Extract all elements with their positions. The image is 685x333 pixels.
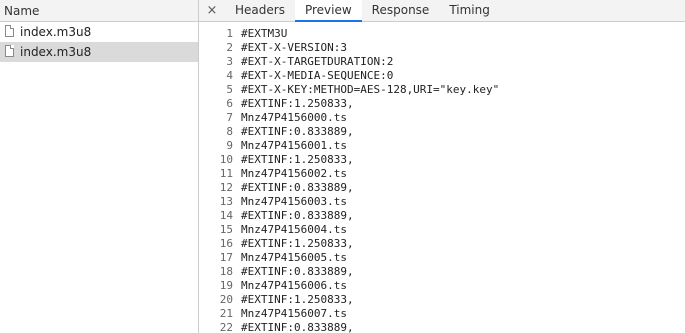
line-text: #EXTINF:1.250833, <box>241 153 354 166</box>
line-text: #EXTINF:0.833889, <box>241 265 354 278</box>
line-number: 15 <box>219 223 233 236</box>
line-number: 17 <box>219 251 233 264</box>
line-text: #EXT-X-KEY:METHOD=AES-128,URI="key.key" <box>241 83 500 96</box>
code-line: 21 Mnz47P4156007.ts <box>199 307 685 321</box>
line-number: 21 <box>219 307 233 320</box>
code-line: 9 Mnz47P4156001.ts <box>199 139 685 153</box>
code-line: 18 #EXTINF:0.833889, <box>199 265 685 279</box>
file-icon <box>5 25 14 37</box>
request-name: index.m3u8 <box>20 25 92 39</box>
line-text: #EXTINF:0.833889, <box>241 181 354 194</box>
line-number: 12 <box>219 181 233 194</box>
line-number: 10 <box>219 153 233 166</box>
preview-code-viewer[interactable]: 1 #EXTM3U 2 #EXT-X-VERSION:3 3 #EXT-X-TARGETD… <box>199 27 685 333</box>
line-number: 18 <box>219 265 233 278</box>
line-number: 5 <box>226 83 233 96</box>
code-line: 19 Mnz47P4156006.ts <box>199 279 685 293</box>
line-text: #EXTINF:0.833889, <box>241 125 354 138</box>
line-number: 2 <box>226 41 233 54</box>
code-line: 1 #EXTM3U <box>199 27 685 41</box>
code-line: 3 #EXT-X-TARGETDURATION:2 <box>199 55 685 69</box>
line-text: #EXT-X-MEDIA-SEQUENCE:0 <box>241 69 394 82</box>
line-text: Mnz47P4156003.ts <box>241 195 347 208</box>
code-line: 12 #EXTINF:0.833889, <box>199 181 685 195</box>
code-line: 10 #EXTINF:1.250833, <box>199 153 685 167</box>
code-line: 13 Mnz47P4156003.ts <box>199 195 685 209</box>
code-line: 6 #EXTINF:1.250833, <box>199 97 685 111</box>
request-row[interactable]: index.m3u8 <box>0 22 198 42</box>
tab-timing[interactable]: Timing <box>439 0 500 21</box>
line-text: #EXTINF:0.833889, <box>241 209 354 222</box>
line-text: Mnz47P4156006.ts <box>241 279 347 292</box>
code-line: 11 Mnz47P4156002.ts <box>199 167 685 181</box>
detail-tabbar: × Headers Preview Response Timing <box>199 0 685 22</box>
code-line: 22 #EXTINF:0.833889, <box>199 321 685 333</box>
tab-response[interactable]: Response <box>362 0 440 21</box>
file-icon <box>5 45 14 57</box>
line-number: 8 <box>226 125 233 138</box>
line-number: 6 <box>226 97 233 110</box>
code-line: 16 #EXTINF:1.250833, <box>199 237 685 251</box>
line-number: 14 <box>219 209 233 222</box>
tab-preview[interactable]: Preview <box>294 0 362 22</box>
line-text: Mnz47P4156000.ts <box>241 111 347 124</box>
line-number: 7 <box>226 111 233 124</box>
line-number: 16 <box>219 237 233 250</box>
code-line: 7 Mnz47P4156000.ts <box>199 111 685 125</box>
code-line: 17 Mnz47P4156005.ts <box>199 251 685 265</box>
request-name: index.m3u8 <box>20 45 92 59</box>
line-number: 20 <box>219 293 233 306</box>
line-text: Mnz47P4156005.ts <box>241 251 347 264</box>
line-number: 3 <box>226 55 233 68</box>
line-text: #EXTINF:1.250833, <box>241 237 354 250</box>
line-text: #EXTM3U <box>241 27 288 40</box>
line-text: #EXTINF:1.250833, <box>241 97 354 110</box>
close-icon[interactable]: × <box>199 0 225 21</box>
line-text: #EXT-X-TARGETDURATION:2 <box>241 55 394 68</box>
code-line: 2 #EXT-X-VERSION:3 <box>199 41 685 55</box>
tab-headers[interactable]: Headers <box>225 0 295 21</box>
line-number: 22 <box>219 321 233 333</box>
line-text: #EXTINF:0.833889, <box>241 321 354 333</box>
request-list-pane: Name index.m3u8 index.m3u8 <box>0 0 199 333</box>
code-line: 5 #EXT-X-KEY:METHOD=AES-128,URI="key.key" <box>199 83 685 97</box>
line-text: Mnz47P4156007.ts <box>241 307 347 320</box>
line-text: #EXTINF:1.250833, <box>241 293 354 306</box>
request-row-selected[interactable]: index.m3u8 <box>0 42 198 62</box>
line-text: Mnz47P4156004.ts <box>241 223 347 236</box>
code-line: 15 Mnz47P4156004.ts <box>199 223 685 237</box>
line-text: Mnz47P4156001.ts <box>241 139 347 152</box>
line-text: #EXT-X-VERSION:3 <box>241 41 347 54</box>
line-text: Mnz47P4156002.ts <box>241 167 347 180</box>
code-line: 14 #EXTINF:0.833889, <box>199 209 685 223</box>
line-number: 9 <box>226 139 233 152</box>
code-line: 4 #EXT-X-MEDIA-SEQUENCE:0 <box>199 69 685 83</box>
line-number: 4 <box>226 69 233 82</box>
line-number: 19 <box>219 279 233 292</box>
line-number: 11 <box>219 167 233 180</box>
code-line: 20 #EXTINF:1.250833, <box>199 293 685 307</box>
name-column-header[interactable]: Name <box>0 0 198 22</box>
code-line: 8 #EXTINF:0.833889, <box>199 125 685 139</box>
request-detail-pane: × Headers Preview Response Timing 1 #EXTM… <box>199 0 685 333</box>
line-number: 1 <box>226 27 233 40</box>
line-number: 13 <box>219 195 233 208</box>
